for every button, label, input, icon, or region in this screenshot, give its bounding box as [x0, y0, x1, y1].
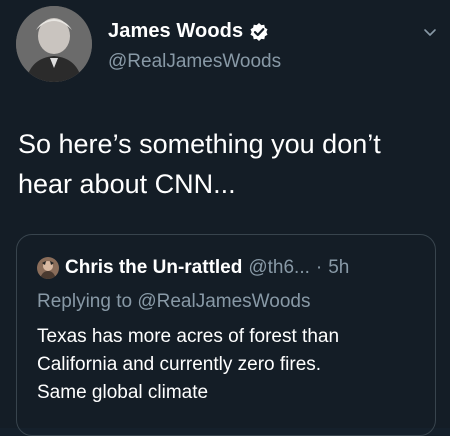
quoted-tweet[interactable]: Chris the Un-rattled @th6... · 5h Replyi… [16, 234, 436, 436]
avatar-photo-icon [37, 257, 59, 279]
tweet-text: So here’s something you don’t hear about… [18, 124, 438, 204]
replying-to: Replying to @RealJamesWoods [37, 291, 311, 312]
avatar-photo-icon [16, 6, 92, 82]
quoted-author-handle[interactable]: @th6... [248, 257, 310, 279]
author-handle[interactable]: @RealJamesWoods [108, 51, 281, 73]
quoted-tweet-header: Chris the Un-rattled @th6... · 5h [37, 257, 349, 279]
author-avatar[interactable] [16, 6, 92, 82]
author-display-name[interactable]: James Woods [108, 20, 243, 43]
quoted-tweet-time[interactable]: 5h [328, 257, 349, 279]
chevron-down-icon[interactable] [422, 24, 438, 40]
quoted-author-avatar[interactable] [37, 257, 59, 279]
tweet-card[interactable]: James Woods @RealJamesWoods So here’s so… [0, 0, 450, 436]
tweet-text-line: hear about CNN... [18, 169, 236, 199]
verified-badge-icon [249, 22, 269, 42]
tweet-text-line: So here’s something you don’t [18, 129, 381, 159]
quoted-tweet-text-line: Texas has more acres of forest than [37, 326, 340, 347]
quoted-author-display-name[interactable]: Chris the Un-rattled [65, 257, 242, 279]
quoted-tweet-text-line: California and currently zero fires. [37, 354, 322, 375]
quoted-tweet-text-line: Same global climate [37, 382, 209, 403]
separator-dot: · [315, 257, 323, 278]
quoted-tweet-text: Texas has more acres of forest than Cali… [37, 323, 427, 407]
author-name-row: James Woods [108, 20, 269, 43]
